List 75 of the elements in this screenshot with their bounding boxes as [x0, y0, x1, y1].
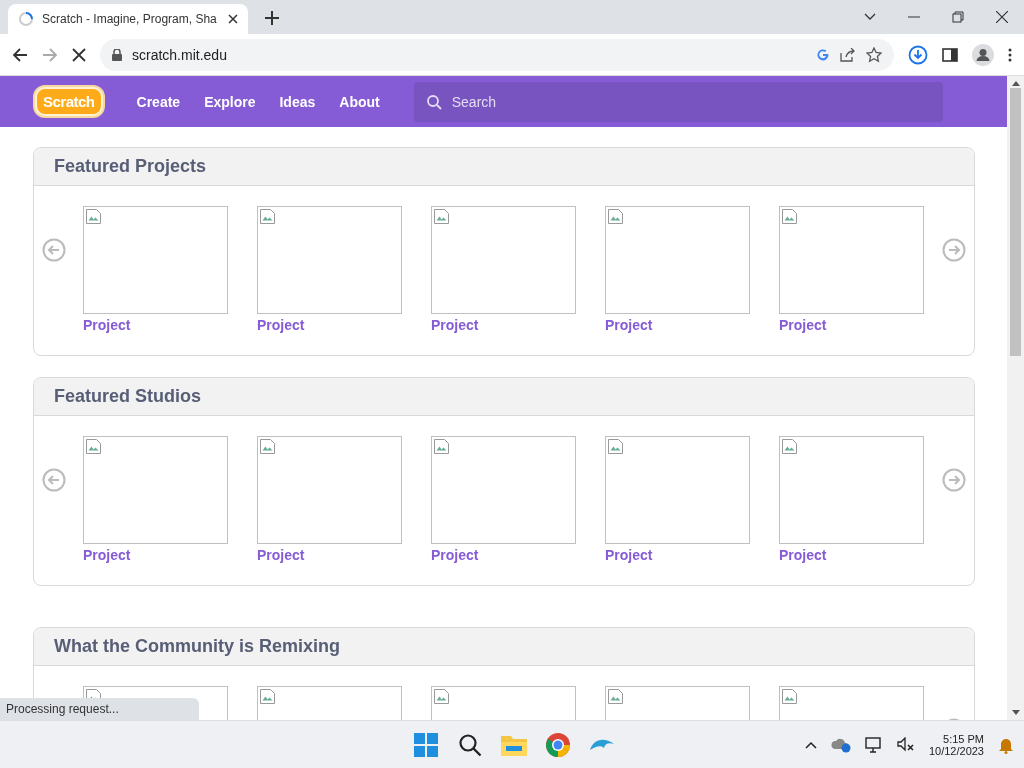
close-icon[interactable]: [228, 14, 238, 24]
chevron-up-icon[interactable]: [804, 740, 817, 749]
broken-image-icon: [260, 209, 275, 224]
section-title: Featured Studios: [34, 378, 974, 416]
broken-image-icon: [782, 689, 797, 704]
stop-icon[interactable]: [72, 47, 86, 62]
loading-icon: [18, 11, 34, 27]
scrollbar[interactable]: [1007, 76, 1024, 720]
broken-image-icon: [608, 689, 623, 704]
thumbnail-placeholder[interactable]: [257, 436, 402, 544]
thumbnail-placeholder[interactable]: [431, 206, 576, 314]
side-panel-icon[interactable]: [942, 47, 958, 62]
nav-link[interactable]: Explore: [192, 93, 268, 110]
project-link[interactable]: Project: [257, 547, 402, 563]
plus-icon[interactable]: [265, 11, 279, 25]
broken-image-icon: [434, 689, 449, 704]
chrome-icon[interactable]: [545, 731, 571, 758]
project-link[interactable]: Project: [431, 317, 576, 333]
thumbnail-placeholder[interactable]: [605, 206, 750, 314]
nav-link[interactable]: Create: [124, 93, 193, 110]
broken-image-icon: [608, 209, 623, 224]
thumbnail-placeholder[interactable]: [83, 206, 228, 314]
project-link[interactable]: Project: [83, 317, 228, 333]
forward-arrow-icon[interactable]: [42, 46, 58, 63]
broken-image-icon: [434, 209, 449, 224]
search-icon: [425, 93, 442, 110]
monitor-icon[interactable]: [864, 736, 883, 753]
status-bubble: Processing request...: [0, 698, 199, 720]
profile-icon[interactable]: [972, 43, 994, 66]
lock-icon: [112, 48, 122, 61]
google-icon[interactable]: [816, 47, 830, 62]
thumbnail-placeholder[interactable]: [83, 436, 228, 544]
section-title: What the Community is Remixing: [34, 628, 974, 666]
broken-image-icon: [782, 439, 797, 454]
browser-tab[interactable]: Scratch - Imagine, Program, Sha: [8, 4, 248, 34]
windows-start-icon[interactable]: [414, 732, 438, 757]
broken-image-icon: [260, 439, 275, 454]
cloud-icon[interactable]: [830, 736, 851, 753]
restore-icon[interactable]: [952, 11, 964, 23]
close-icon[interactable]: [996, 11, 1008, 23]
system-clock[interactable]: 5:15 PM 10/12/2023: [928, 732, 984, 757]
project-link[interactable]: Project: [605, 547, 750, 563]
project-link[interactable]: Project: [83, 547, 228, 563]
share-icon[interactable]: [840, 47, 856, 62]
back-arrow-icon[interactable]: [12, 46, 28, 63]
download-icon[interactable]: [908, 44, 928, 65]
thumbnail-placeholder[interactable]: [779, 436, 924, 544]
menu-icon[interactable]: [1008, 47, 1012, 62]
project-link[interactable]: Project: [431, 547, 576, 563]
project-link[interactable]: Project: [605, 317, 750, 333]
address-bar[interactable]: scratch.mit.edu: [100, 38, 894, 71]
star-icon[interactable]: [866, 46, 882, 63]
thumbnail-placeholder[interactable]: [779, 206, 924, 314]
broken-image-icon: [86, 209, 101, 224]
project-link[interactable]: Project: [779, 547, 924, 563]
project-link[interactable]: Project: [779, 317, 924, 333]
search-field[interactable]: Search: [413, 81, 943, 122]
project-link[interactable]: Project: [257, 317, 402, 333]
section-title: Featured Projects: [34, 148, 974, 186]
thumbnail-placeholder[interactable]: [605, 436, 750, 544]
broken-image-icon: [260, 689, 275, 704]
broken-image-icon: [434, 439, 449, 454]
broken-image-icon: [608, 439, 623, 454]
search-icon[interactable]: [458, 732, 482, 757]
broken-image-icon: [782, 209, 797, 224]
nav-link[interactable]: Ideas: [267, 93, 328, 110]
broken-image-icon: [86, 439, 101, 454]
scroll-down-icon[interactable]: [1011, 710, 1020, 716]
scroll-up-icon[interactable]: [1011, 80, 1020, 86]
chevron-down-icon[interactable]: [864, 13, 876, 21]
nav-link[interactable]: About: [327, 93, 392, 110]
speaker-muted-icon[interactable]: [896, 736, 915, 753]
thumbnail-placeholder[interactable]: [431, 436, 576, 544]
thumbnail-placeholder[interactable]: [257, 206, 402, 314]
folder-icon[interactable]: [501, 733, 527, 756]
